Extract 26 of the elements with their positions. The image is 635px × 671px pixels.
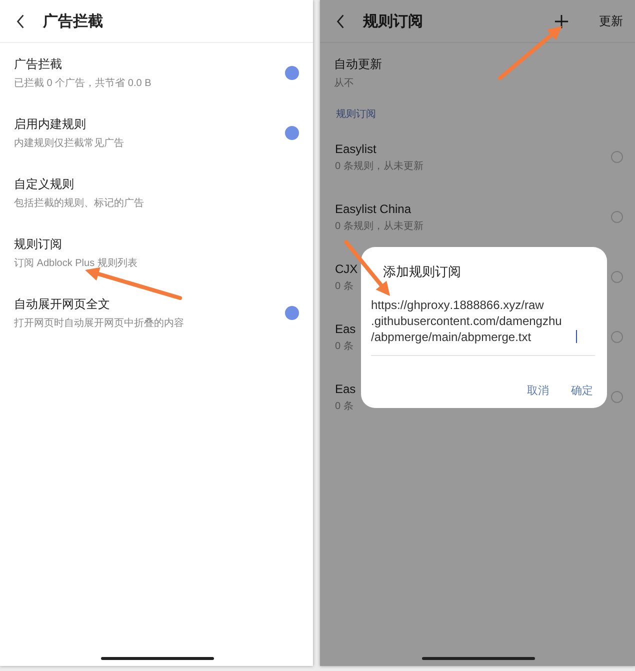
row-title: 规则订阅 (14, 236, 62, 253)
row-subtitle: 已拦截 0 个广告，共节省 0.0 B (14, 76, 152, 90)
row-title: Easylist China (335, 202, 412, 216)
row-subtitle: 0 条 (335, 340, 354, 352)
row-title: 广告拦截 (14, 56, 62, 73)
screen-title: 规则订阅 (363, 12, 424, 30)
row-subtitle: 打开网页时自动展开网页中折叠的内容 (14, 316, 184, 330)
row-title: Easylist (335, 142, 376, 156)
row-title: CJX (335, 262, 358, 276)
row-subtitle: 内建规则仅拦截常见广告 (14, 136, 124, 150)
row-title: Eas (335, 322, 356, 336)
row-title: 自动展开网页全文 (14, 296, 110, 313)
screen-title: 广告拦截 (43, 12, 103, 30)
dialog-title: 添加规则订阅 (382, 263, 462, 281)
row-subtitle: 包括拦截的规则、标记的广告 (14, 196, 144, 210)
row-subtitle: 0 条 (335, 400, 354, 412)
row-subtitle: 订阅 Adblock Plus 规则列表 (14, 256, 138, 270)
row-title: 自动更新 (334, 56, 382, 73)
section-header: 规则订阅 (335, 108, 377, 122)
row-title: 自定义规则 (14, 176, 74, 193)
row-title: Eas (335, 382, 356, 396)
row-subtitle: 0 条 (335, 280, 354, 292)
row-title: 启用内建规则 (14, 116, 86, 133)
row-subtitle: 0 条规则，从未更新 (335, 160, 424, 172)
row-value: 从不 (334, 76, 354, 90)
row-subtitle: 0 条规则，从未更新 (335, 220, 424, 232)
